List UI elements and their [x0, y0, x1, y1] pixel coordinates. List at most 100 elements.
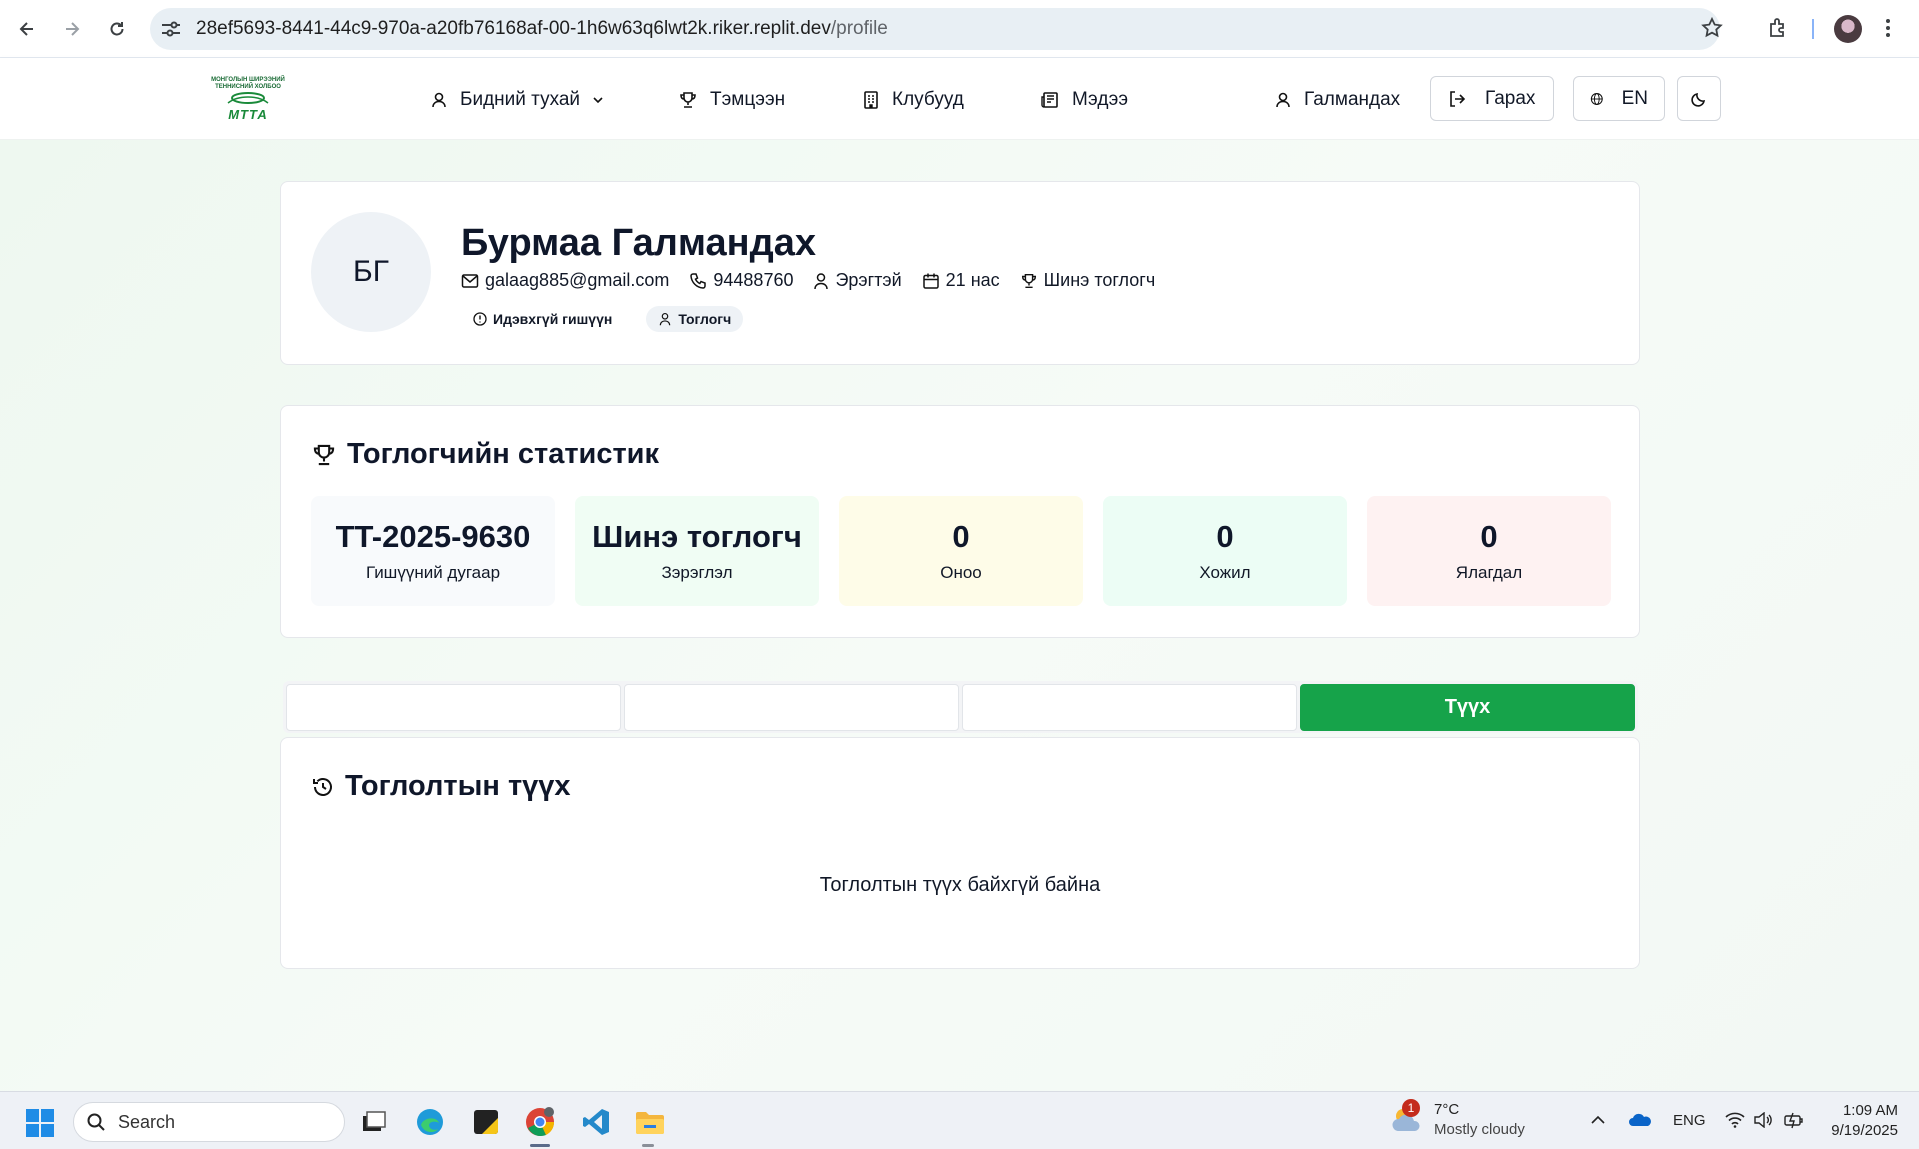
nav-clubs[interactable]: Клубууд	[862, 86, 964, 114]
input-language[interactable]: ENG	[1673, 1112, 1706, 1129]
back-arrow-icon	[19, 22, 33, 36]
battery-charging-icon[interactable]	[1783, 1111, 1805, 1129]
logo-text-line2: ТЕННИСНИЙ ХОЛБОО	[215, 83, 281, 90]
site-logo[interactable]: МОНГОЛЫН ШИРЭЭНИЙ ТЕННИСНИЙ ХОЛБОО МТТА	[200, 68, 296, 130]
start-button[interactable]	[26, 1109, 54, 1137]
stat-wins: 0 Хожил	[1103, 496, 1347, 606]
sticky-notes-icon[interactable]	[468, 1104, 504, 1140]
profile-name: Бурмаа Галмандах	[461, 222, 816, 264]
chrome-icon[interactable]	[522, 1104, 558, 1140]
nav-tournaments[interactable]: Тэмцээн	[678, 86, 785, 114]
profile-rank-text: Шинэ тоглогч	[1043, 270, 1156, 290]
role-badge: Тоглогч	[646, 306, 744, 332]
profile-tabs: Түүх	[283, 681, 1638, 733]
history-title-text: Тоглолтын түүх	[345, 770, 571, 802]
profile-phone: 94488760	[689, 270, 793, 291]
status-badge: Идэвхгүй гишүүн	[461, 306, 625, 332]
nav-user-name: Галмандах	[1304, 89, 1401, 110]
stats-title-text: Тоглогчийн статистик	[347, 438, 660, 470]
system-clock[interactable]: 1:09 AM 9/19/2025	[1818, 1101, 1898, 1141]
logo-mark: МТТА	[228, 106, 268, 122]
trophy-icon	[680, 92, 696, 108]
browser-menu-icon[interactable]	[1884, 16, 1892, 40]
clock-time: 1:09 AM	[1842, 1102, 1898, 1119]
search-icon	[87, 1113, 105, 1131]
profile-badges: Идэвхгүй гишүүн Тоглогч	[461, 306, 744, 332]
stat-label: Хожил	[1199, 563, 1251, 582]
user-icon	[432, 92, 446, 108]
onedrive-cloud-icon[interactable]	[1628, 1112, 1652, 1128]
clock-date: 9/19/2025	[1831, 1122, 1898, 1139]
user-icon	[1276, 92, 1290, 108]
stat-value: Шинэ тоглогч	[592, 519, 802, 554]
stat-value: 0	[1480, 519, 1498, 554]
vscode-icon[interactable]	[578, 1104, 614, 1140]
tab-history[interactable]: Түүх	[1300, 684, 1635, 731]
volume-icon[interactable]	[1753, 1112, 1773, 1128]
nav-news[interactable]: Мэдээ	[1040, 86, 1128, 114]
toolbar-separator	[1812, 19, 1814, 39]
theme-toggle-button[interactable]	[1677, 76, 1721, 121]
wifi-icon[interactable]	[1725, 1112, 1745, 1128]
nav-news-label: Мэдээ	[1072, 89, 1129, 110]
browser-profile-avatar[interactable]	[1834, 15, 1862, 43]
open-app-indicator	[642, 1144, 654, 1147]
weather-temp: 7°C	[1434, 1101, 1460, 1118]
bookmark-star-icon[interactable]	[1700, 16, 1724, 40]
globe-icon	[1590, 92, 1603, 105]
logout-button[interactable]: Гарах	[1430, 76, 1554, 121]
stat-member-id: TT-2025-9630 Гишүүний дугаар	[311, 496, 555, 606]
site-header: МОНГОЛЫН ШИРЭЭНИЙ ТЕННИСНИЙ ХОЛБОО МТТА …	[0, 58, 1919, 140]
stat-value: 0	[1216, 519, 1234, 554]
url-path: /profile	[830, 18, 888, 39]
avatar-initials: БГ	[353, 255, 389, 288]
nav-tournaments-label: Тэмцээн	[710, 89, 786, 110]
logout-label: Гарах	[1485, 87, 1536, 109]
back-button[interactable]	[10, 12, 44, 46]
trophy-icon	[1021, 273, 1036, 288]
edge-browser-icon[interactable]	[412, 1104, 448, 1140]
logo-racket-icon	[227, 91, 269, 104]
status-badge-label: Идэвхгүй гишүүн	[493, 311, 613, 327]
forward-button[interactable]	[55, 12, 89, 46]
taskbar-search[interactable]: Search	[73, 1102, 345, 1142]
alert-circle-icon	[473, 312, 487, 326]
profile-rank: Шинэ тоглогч	[1020, 270, 1156, 291]
language-label: EN	[1621, 87, 1648, 109]
file-explorer-icon[interactable]	[632, 1104, 668, 1140]
profile-email-text: galaag885@gmail.com	[485, 270, 670, 290]
logout-icon	[1450, 90, 1466, 107]
profile-age: 21 нас	[922, 270, 1000, 291]
nav-clubs-label: Клубууд	[892, 89, 964, 110]
profile-email: galaag885@gmail.com	[461, 270, 669, 291]
extensions-icon[interactable]	[1766, 16, 1790, 40]
calendar-icon	[922, 273, 939, 289]
profile-gender: Эрэгтэй	[813, 270, 902, 291]
profile-phone-text: 94488760	[713, 270, 794, 290]
history-title: Тоглолтын түүх	[311, 770, 571, 803]
tab-1[interactable]	[286, 684, 621, 731]
profile-card: БГ Бурмаа Галмандах galaag885@gmail.com …	[280, 181, 1640, 365]
avatar: БГ	[311, 212, 431, 332]
tab-2[interactable]	[624, 684, 959, 731]
tab-3[interactable]	[962, 684, 1297, 731]
nav-about[interactable]: Бидний тухай	[430, 86, 604, 114]
weather-notification-badge: 1	[1402, 1099, 1420, 1117]
search-placeholder: Search	[118, 1111, 176, 1132]
address-bar[interactable]: 28ef5693-8441-44c9-970a-a20fb76168af-00-…	[150, 8, 1720, 50]
language-button[interactable]: EN	[1573, 76, 1665, 121]
stat-points: 0 Оноо	[839, 496, 1083, 606]
stats-card: Тоглогчийн статистик TT-2025-9630 Гишүүн…	[280, 405, 1640, 638]
user-icon	[660, 312, 671, 326]
chevron-down-icon	[593, 97, 603, 104]
active-app-indicator	[530, 1144, 550, 1147]
stat-losses: 0 Ялагдал	[1367, 496, 1611, 606]
chevron-up-icon[interactable]	[1590, 1114, 1606, 1126]
nav-user-profile[interactable]: Галмандах	[1274, 86, 1400, 114]
user-icon	[814, 272, 829, 289]
reload-button[interactable]	[100, 12, 134, 46]
stat-label: Ялагдал	[1455, 563, 1523, 582]
site-settings-icon[interactable]	[160, 19, 182, 39]
task-view-icon[interactable]	[356, 1104, 392, 1140]
profile-age-text: 21 нас	[945, 270, 1000, 290]
